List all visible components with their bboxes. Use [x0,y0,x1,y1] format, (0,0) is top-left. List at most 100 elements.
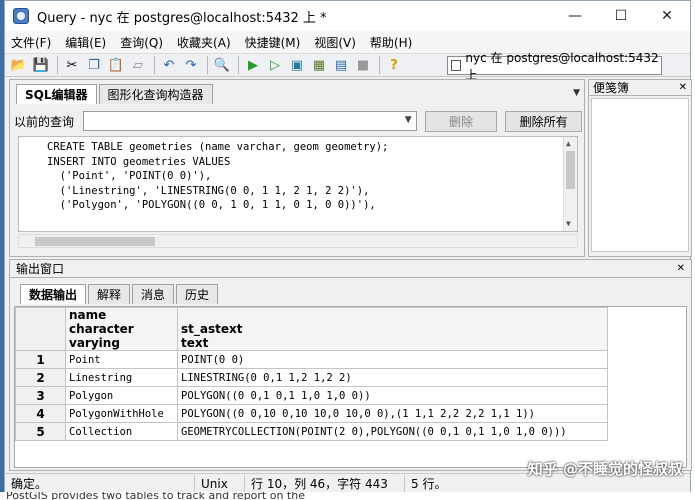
sql-line: INSERT INTO geometries VALUES [47,155,231,168]
menu-help[interactable]: 帮助(H) [370,34,412,51]
delete-all-button[interactable]: 删除所有 [505,110,582,132]
output-pane: 输出窗口 ✕ 数据输出 解释 消息 历史 name character vary… [9,259,692,471]
tab-data-output[interactable]: 数据输出 [20,284,87,304]
cancel-query-icon[interactable]: ■ [353,55,373,75]
scroll-up-icon[interactable]: ▲ [566,137,571,152]
menu-favourites[interactable]: 收藏夹(A) [177,34,231,51]
cell-name[interactable]: Linestring [65,368,178,387]
sql-line: CREATE TABLE geometries (name varchar, g… [47,141,389,153]
explain-icon[interactable]: ▦ [309,55,329,75]
table-row[interactable]: 4 PolygonWithHole POLYGON((0 0,10 0,10 1… [15,404,608,423]
scrollbar-thumb[interactable] [566,151,575,189]
table-row[interactable]: 2 Linestring LINESTRING(0 0,1 1,2 1,2 2) [15,368,608,387]
tab-sql-editor[interactable]: SQL编辑器 [16,84,97,104]
sql-text-area[interactable]: CREATE TABLE geometries (name varchar, g… [18,136,578,232]
save-icon[interactable]: 💾 [31,55,51,75]
close-button[interactable]: ✕ [644,1,690,31]
chevron-down-icon: ▼ [404,115,412,125]
window-controls: — ☐ ✕ [552,1,690,31]
maximize-button[interactable]: ☐ [598,1,644,31]
cell-name[interactable]: Polygon [65,386,178,405]
cell-name[interactable]: PolygonWithHole [65,404,178,423]
sql-line: ('Linestring', 'LINESTRING(0 0, 1 1, 2 1… [47,184,370,197]
tab-history[interactable]: 历史 [176,284,219,304]
horizontal-scrollbar[interactable] [18,234,578,248]
cell-st-astext[interactable]: POLYGON((0 0,10 0,10 10,0 10,0 0),(1 1,1… [177,404,608,423]
scrollbar-thumb[interactable] [35,237,155,246]
chevron-down-icon[interactable]: ▼ [573,88,580,98]
toolbar-separator [379,56,380,74]
status-message: 确定。 [5,474,195,493]
status-line-ending: Unix [195,474,245,493]
redo-icon[interactable]: ↷ [181,55,201,75]
row-number[interactable]: 2 [15,368,66,387]
row-number[interactable]: 5 [15,422,66,441]
row-number[interactable]: 4 [15,404,66,423]
table-row[interactable]: 3 Polygon POLYGON((0 0,1 0,1 1,0 1,0 0)) [15,386,608,405]
close-icon[interactable]: ✕ [677,263,685,274]
menu-view[interactable]: 视图(V) [314,34,356,51]
cell-st-astext[interactable]: POINT(0 0) [177,350,608,369]
background-page-text: PostGIS provides two tables to track and… [0,492,695,500]
cell-name[interactable]: Point [65,350,178,369]
column-header[interactable]: st_astext text [177,307,608,351]
cut-icon[interactable]: ✂ [62,55,82,75]
menu-edit[interactable]: 编辑(E) [65,34,106,51]
scratch-pad-text-area[interactable] [591,98,689,252]
explain-analyze-icon[interactable]: ▤ [331,55,351,75]
minimize-button[interactable]: — [552,1,598,31]
row-number[interactable]: 1 [15,350,66,369]
find-icon[interactable]: 🔍 [212,55,232,75]
scratch-pad-title-bar: 便笺簿 ✕ [589,80,691,96]
delete-button[interactable]: 删除 [424,110,498,132]
query-window: Query - nyc 在 postgres@localhost:5432 上 … [4,0,692,494]
title-bar[interactable]: Query - nyc 在 postgres@localhost:5432 上 … [5,1,690,31]
cell-st-astext[interactable]: POLYGON((0 0,1 0,1 1,0 1,0 0)) [177,386,608,405]
execute-icon[interactable]: ▶ [243,55,263,75]
connection-checkbox[interactable] [451,60,462,71]
column-name: name [69,308,107,322]
output-tabs: 数据输出 解释 消息 历史 [20,284,220,304]
header-row: name character varying st_astext text [15,307,608,351]
vertical-scrollbar[interactable]: ▲ ▼ [563,137,577,231]
clear-icon[interactable]: ▱ [128,55,148,75]
table-row[interactable]: 5 Collection GEOMETRYCOLLECTION(POINT(2 … [15,422,608,441]
undo-icon[interactable]: ↶ [159,55,179,75]
connection-label: nyc 在 postgres@localhost:5432 上 [465,50,659,82]
sql-editor-pane: SQL编辑器 图形化查询构造器 ▼ 以前的查询 ▼ 删除 删除所有 CREATE… [9,79,585,257]
help-icon[interactable]: ? [384,55,404,75]
menu-query[interactable]: 查询(Q) [120,34,163,51]
row-number[interactable]: 3 [15,386,66,405]
tab-messages[interactable]: 消息 [132,284,175,304]
table-row[interactable]: 1 Point POINT(0 0) [15,350,608,369]
tab-graphical-query-builder[interactable]: 图形化查询构造器 [98,84,213,104]
sql-line: ('Polygon', 'POLYGON((0 0, 1 0, 1 1, 0 1… [47,199,376,211]
scroll-down-icon[interactable]: ▼ [566,217,571,232]
execute-pgscript-icon[interactable]: ▷ [265,55,285,75]
results-table: name character varying st_astext text 1 … [15,307,608,441]
menu-file[interactable]: 文件(F) [11,34,51,51]
scratch-pad-title: 便笺簿 [593,81,630,95]
connection-select[interactable]: nyc 在 postgres@localhost:5432 上 [447,51,662,82]
column-type: text [181,336,209,350]
results-grid: name character varying st_astext text 1 … [14,306,687,468]
output-title: 输出窗口 [16,262,65,276]
watermark: 知乎 @不睡觉的怪叔叔 [527,460,683,478]
column-type: character varying [69,322,134,350]
toolbar-separator [154,56,155,74]
execute-to-file-icon[interactable]: ▣ [287,55,307,75]
menu-macros[interactable]: 快捷键(M) [245,34,301,51]
close-icon[interactable]: ✕ [679,82,687,93]
column-header[interactable]: name character varying [65,307,178,351]
open-folder-icon[interactable]: 📂 [9,55,29,75]
cell-name[interactable]: Collection [65,422,178,441]
paste-icon[interactable]: 📋 [106,55,126,75]
editor-tabs: SQL编辑器 图形化查询构造器 [16,84,215,104]
cell-st-astext[interactable]: GEOMETRYCOLLECTION(POINT(2 0),POLYGON((0… [177,422,608,441]
tab-explain[interactable]: 解释 [88,284,131,304]
grid-corner[interactable] [15,307,66,351]
previous-queries-select[interactable]: ▼ [82,111,417,131]
cell-st-astext[interactable]: LINESTRING(0 0,1 1,2 1,2 2) [177,368,608,387]
copy-icon[interactable]: ❐ [84,55,104,75]
scratch-pad-pane: 便笺簿 ✕ [588,79,692,257]
